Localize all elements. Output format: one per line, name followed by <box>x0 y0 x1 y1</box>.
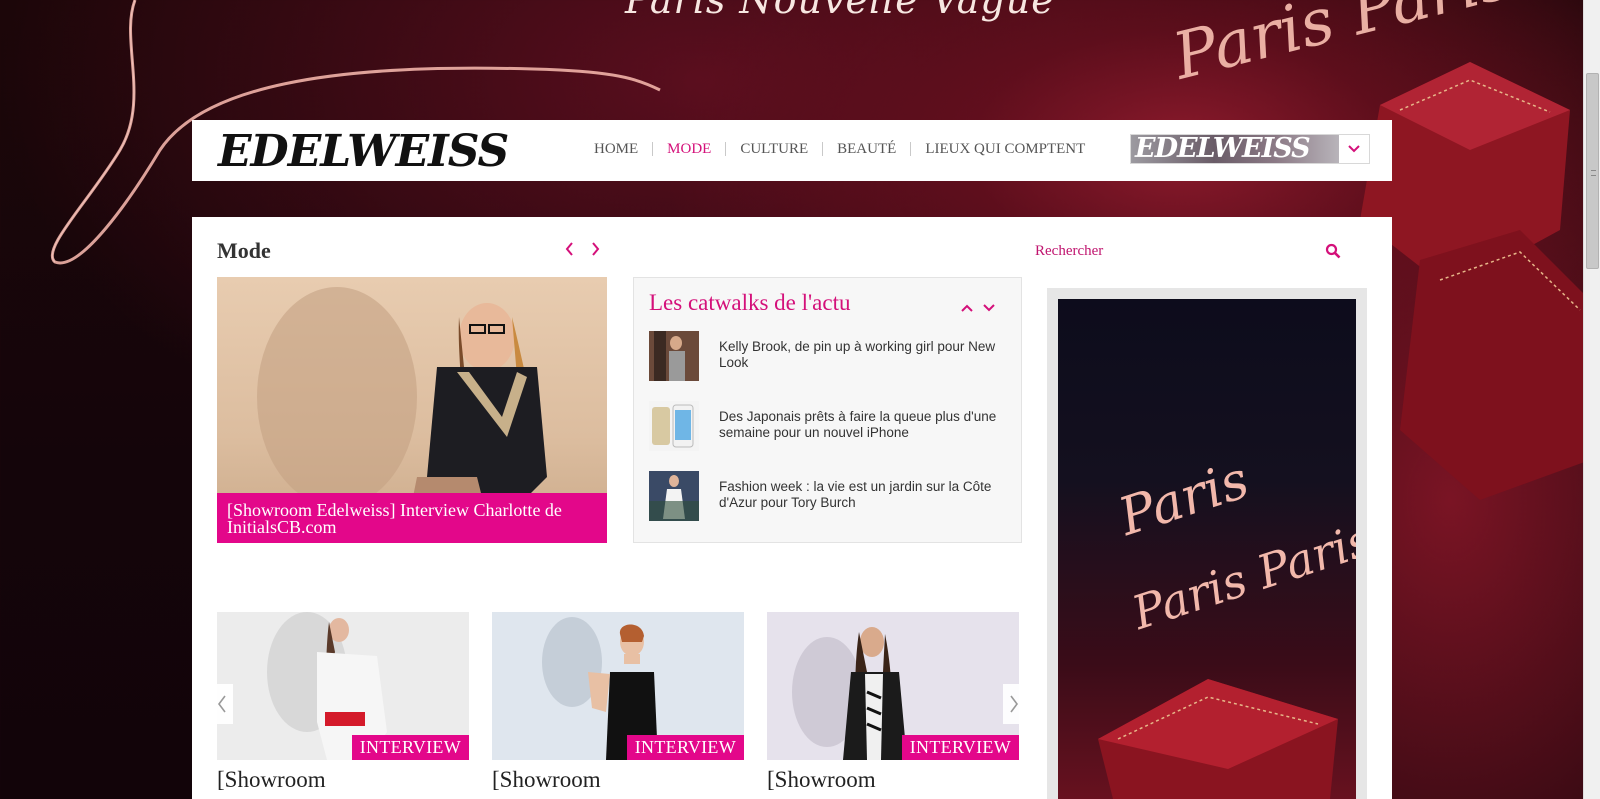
article-card-image: INTERVIEW <box>767 612 1019 760</box>
nav-item-home[interactable]: HOME <box>580 142 652 157</box>
catwalks-box: Les catwalks de l'actu Kelly Brook, de p… <box>633 277 1022 543</box>
edition-logo: EDELWEISS <box>1131 135 1339 163</box>
chevron-left-icon <box>218 695 226 713</box>
list-item-text: Des Japonais prêts à faire la queue plus… <box>719 409 997 440</box>
featured-caption[interactable]: [Showroom Edelweiss] Interview Charlotte… <box>217 493 607 543</box>
list-item-text: Fashion week : la vie est un jardin sur … <box>719 479 992 510</box>
card-title[interactable]: [Showroom <box>767 768 1019 792</box>
article-thumbnail <box>649 401 699 451</box>
background-right-script: Paris Paris <box>1166 0 1519 95</box>
featured-article[interactable]: [Showroom Edelweiss] Interview Charlotte… <box>217 277 607 543</box>
edition-selector[interactable]: EDELWEISS <box>1130 134 1370 164</box>
nav-item-culture[interactable]: CULTURE <box>725 142 822 157</box>
article-card[interactable]: INTERVIEW [Showroom <box>767 612 1019 799</box>
chevron-down-icon[interactable] <box>1339 135 1369 163</box>
nav-item-beaute[interactable]: BEAUTÉ <box>822 142 910 157</box>
background-top-script: Paris Nouvelle Vague <box>625 0 1055 22</box>
main-content: Mode [Showroom Edelweiss] Interview Char… <box>192 217 1392 799</box>
article-card[interactable]: INTERVIEW [Showroom <box>217 612 469 799</box>
list-item[interactable]: Des Japonais prêts à faire la queue plus… <box>649 401 1009 453</box>
page-scrollbar[interactable] <box>1583 0 1600 799</box>
nav-item-lieux[interactable]: LIEUX QUI COMPTENT <box>910 142 1099 157</box>
article-card-image: INTERVIEW <box>492 612 744 760</box>
chevron-down-icon[interactable] <box>983 300 995 316</box>
list-item-text: Kelly Brook, de pin up à working girl po… <box>719 339 996 370</box>
site-logo[interactable]: EDELWEISS <box>218 126 509 177</box>
article-thumbnail <box>649 471 699 521</box>
chevron-right-icon <box>1010 695 1018 713</box>
carousel-prev-button[interactable] <box>211 684 233 724</box>
catwalks-title: Les catwalks de l'actu <box>649 290 851 315</box>
card-badge: INTERVIEW <box>351 735 469 760</box>
chevron-up-icon[interactable] <box>961 300 973 316</box>
advertisement-banner[interactable]: Paris Paris Paris <box>1058 299 1356 799</box>
catwalks-controls <box>961 300 995 316</box>
search-input[interactable] <box>1035 238 1305 264</box>
featured-slider-controls <box>563 241 601 257</box>
search-icon[interactable] <box>1325 243 1343 261</box>
ad-frame: Paris Paris Paris <box>1047 288 1367 799</box>
search-box <box>1035 238 1375 268</box>
article-thumbnail <box>649 331 699 381</box>
list-item[interactable]: Kelly Brook, de pin up à working girl po… <box>649 331 1009 383</box>
scrollbar-thumb[interactable] <box>1586 73 1599 269</box>
card-title[interactable]: [Showroom <box>492 768 744 792</box>
section-title: Mode <box>217 238 271 263</box>
chevron-right-icon[interactable] <box>589 241 601 257</box>
card-badge: INTERVIEW <box>626 735 744 760</box>
carousel-next-button[interactable] <box>1003 684 1025 724</box>
card-title[interactable]: [Showroom <box>217 768 469 792</box>
card-badge: INTERVIEW <box>901 735 1019 760</box>
chevron-left-icon[interactable] <box>563 241 575 257</box>
nav-item-mode[interactable]: MODE <box>652 142 725 157</box>
list-item[interactable]: Fashion week : la vie est un jardin sur … <box>649 471 1009 523</box>
article-card[interactable]: INTERVIEW [Showroom <box>492 612 744 799</box>
article-card-image: INTERVIEW <box>217 612 469 760</box>
main-nav: HOME MODE CULTURE BEAUTÉ LIEUX QUI COMPT… <box>580 142 1099 157</box>
site-header: EDELWEISS HOME MODE CULTURE BEAUTÉ LIEUX… <box>192 120 1392 181</box>
scrollbar-grip <box>1591 170 1596 176</box>
article-carousel: INTERVIEW [Showroom INTERVIEW [Showroom <box>211 612 1027 799</box>
